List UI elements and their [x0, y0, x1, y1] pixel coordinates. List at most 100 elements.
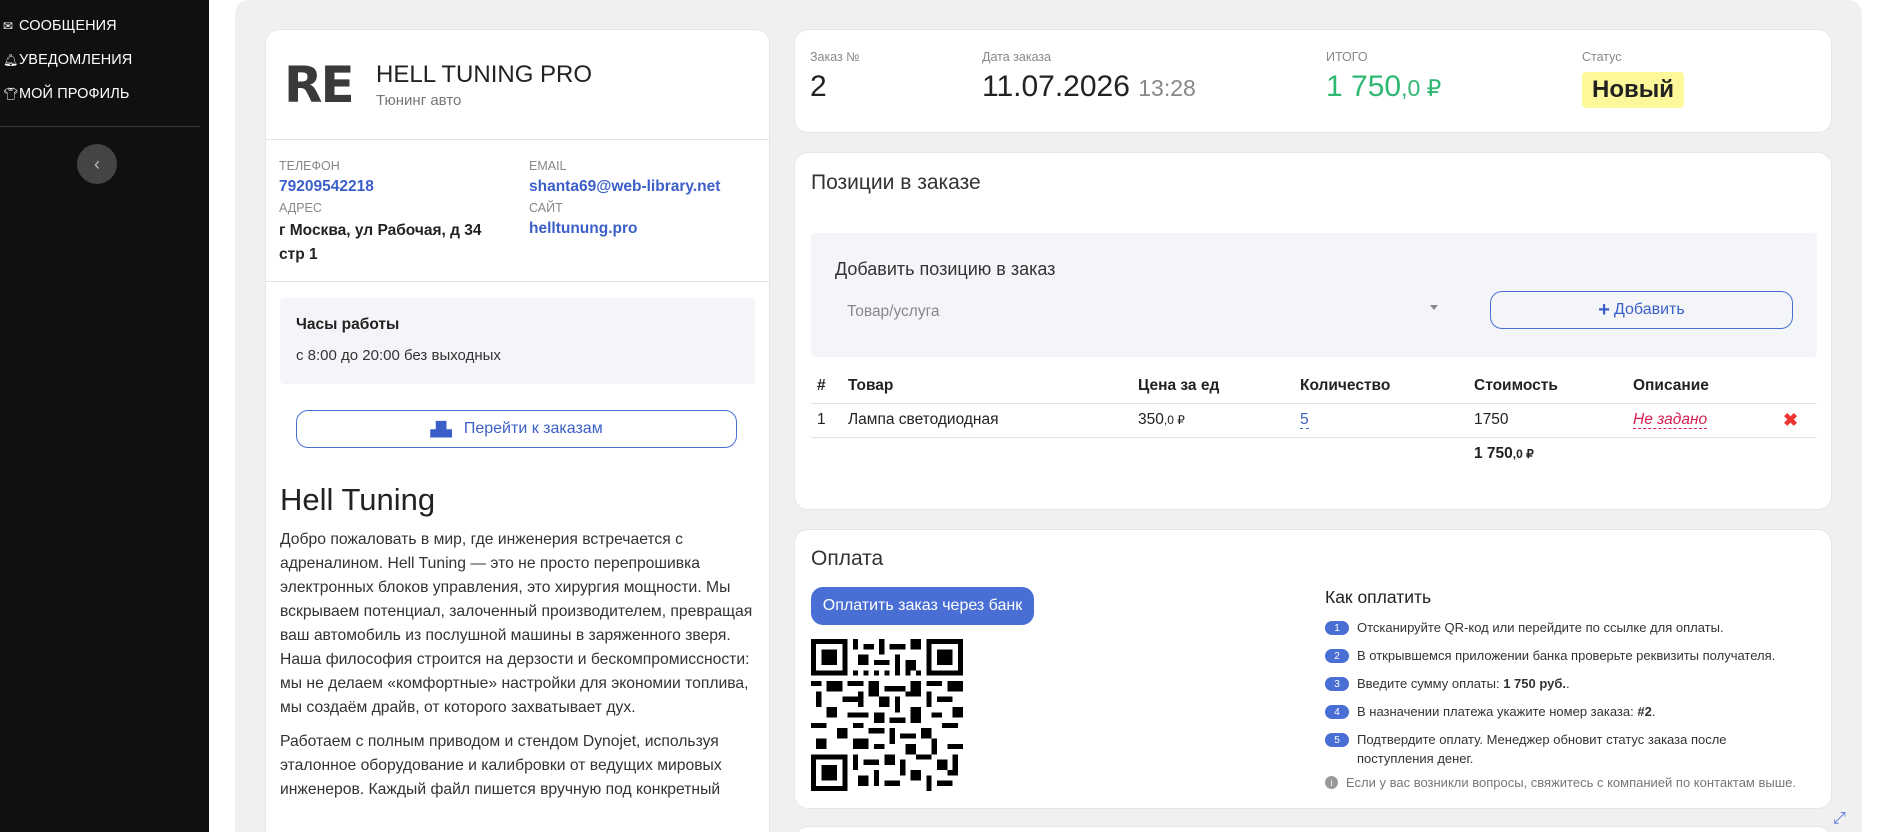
sidebar-item-label: МОЙ ПРОФИЛЬ: [19, 86, 130, 102]
step-number-badge: 5: [1325, 733, 1349, 747]
sidebar-item-messages[interactable]: ✉ СООБЩЕНИЯ: [0, 9, 209, 43]
step-text: Подтвердите оплату. Менеджер обновит ста…: [1357, 732, 1727, 766]
go-to-orders-label: Перейти к заказам: [463, 420, 603, 437]
delete-row-icon[interactable]: ✖: [1783, 410, 1798, 430]
row-cost: 1750: [1468, 403, 1627, 438]
working-hours: Часы работы с 8:00 до 20:00 без выходных: [280, 298, 755, 384]
order-date: 11.07.2026: [982, 70, 1130, 103]
step-text-end: .: [1565, 676, 1570, 691]
step-text: Отсканируйте QR-код или перейдите по ссы…: [1357, 620, 1724, 635]
order-number: 2: [810, 70, 827, 103]
order-items-title: Позиции в заказе: [811, 171, 981, 194]
site-label: САЙТ: [529, 201, 563, 215]
list-item: 5 Подтвердите оплату. Менеджер обновит с…: [1325, 730, 1805, 768]
row-product: Лампа светодиодная: [842, 403, 1132, 438]
step-order-number: #2: [1637, 704, 1652, 719]
expand-icon[interactable]: ⤢: [1833, 810, 1846, 828]
column-header: Количество: [1294, 369, 1468, 404]
sidebar-item-profile[interactable]: 👕︎ МОЙ ПРОФИЛЬ: [0, 77, 209, 111]
company-subtitle: Тюнинг авто: [376, 91, 462, 109]
column-header: #: [811, 369, 842, 404]
envelope-icon: ✉: [3, 19, 14, 33]
plus-icon: +: [1598, 298, 1610, 321]
sum-value: 1 750: [1474, 445, 1513, 463]
company-card: RE HELL TUNING PRO Тюнинг авто ТЕЛЕФОН 7…: [265, 29, 770, 832]
order-date-label: Дата заказа: [982, 50, 1052, 64]
sidebar-collapse-button[interactable]: ‹: [77, 144, 117, 184]
column-header: Цена за ед: [1132, 369, 1294, 404]
row-description-editable[interactable]: Не задано: [1633, 411, 1708, 429]
payment-note: i Если у вас возникли вопросы, свяжитесь…: [1325, 775, 1796, 790]
shirt-icon: 👕︎: [3, 87, 19, 101]
add-item-form: Добавить позицию в заказ Товар/услуга + …: [811, 233, 1817, 357]
address-value: г Москва, ул Рабочая, д 34 стр 1: [279, 222, 482, 263]
list-item: 3 Введите сумму оплаты: 1 750 руб..: [1325, 674, 1805, 693]
sidebar-item-notifications[interactable]: 🔔︎ УВЕДОМЛЕНИЯ: [0, 43, 209, 77]
column-header: Стоимость: [1468, 369, 1627, 404]
about-title: Hell Tuning: [280, 482, 436, 517]
list-item: 1 Отсканируйте QR-код или перейдите по с…: [1325, 618, 1805, 637]
order-total: 1 750: [1326, 70, 1402, 103]
order-items-card: Позиции в заказе Добавить позицию в зака…: [794, 152, 1832, 510]
step-text: В назначении платежа укажите номер заказ…: [1357, 704, 1638, 719]
order-status-label: Статус: [1582, 50, 1622, 64]
sum-fraction: ,0 ₽: [1512, 447, 1534, 462]
row-price: 350: [1138, 411, 1164, 428]
pay-via-bank-button[interactable]: Оплатить заказ через банк: [811, 587, 1034, 625]
product-select[interactable]: Товар/услуга: [835, 297, 1438, 327]
phone-link[interactable]: 79209542218: [279, 178, 374, 196]
sidebar: ✉ СООБЩЕНИЯ 🔔︎ УВЕДОМЛЕНИЯ 👕︎ МОЙ ПРОФИЛ…: [0, 0, 209, 832]
company-name: HELL TUNING PRO: [376, 60, 593, 88]
add-item-label: Добавить: [1613, 301, 1685, 318]
company-logo: RE: [284, 55, 355, 114]
about-paragraph: Работаем с полным приводом и стендом Dyn…: [280, 733, 722, 798]
address-label: АДРЕС: [279, 201, 322, 215]
chevron-left-icon: ‹: [94, 153, 100, 174]
hours-text: с 8:00 до 20:00 без выходных: [296, 347, 501, 364]
site-link[interactable]: helltunung.pro: [529, 220, 637, 238]
status-badge: Новый: [1582, 72, 1684, 108]
step-text-end: .: [1651, 704, 1656, 719]
product-select-placeholder: Товар/услуга: [847, 303, 940, 320]
add-item-title: Добавить позицию в заказ: [835, 259, 1056, 279]
payment-title: Оплата: [811, 547, 884, 570]
order-items-table: # Товар Цена за ед Количество Стоимость …: [811, 369, 1817, 471]
order-number-label: Заказ №: [810, 50, 860, 64]
table-row: 1 Лампа светодиодная 350,0 ₽ 5 1750 Не з…: [811, 403, 1817, 438]
email-link[interactable]: shanta69@web-library.net: [529, 178, 720, 196]
payment-note-text: Если у вас возникли вопросы, свяжитесь с…: [1346, 775, 1797, 790]
company-contacts: ТЕЛЕФОН 79209542218 АДРЕС г Москва, ул Р…: [266, 140, 769, 282]
boxes-icon: ▟▙: [430, 420, 452, 437]
phone-label: ТЕЛЕФОН: [279, 159, 340, 173]
hours-title: Часы работы: [296, 316, 400, 333]
step-text: Введите сумму оплаты:: [1357, 676, 1504, 691]
step-number-badge: 3: [1325, 677, 1349, 691]
payment-qr-code[interactable]: [811, 639, 963, 791]
column-header: Товар: [842, 369, 1132, 404]
next-card: [794, 826, 1832, 832]
go-to-orders-button[interactable]: ▟▙ Перейти к заказам: [296, 410, 737, 448]
payment-steps: 1 Отсканируйте QR-код или перейдите по с…: [1325, 618, 1805, 777]
add-item-button[interactable]: + Добавить: [1490, 291, 1793, 329]
about-paragraph: Добро пожаловать в мир, где инженерия вс…: [280, 531, 753, 716]
row-number: 1: [811, 403, 842, 438]
step-number-badge: 2: [1325, 649, 1349, 663]
table-sum-row: 1 750,0 ₽: [811, 437, 1817, 471]
row-quantity-editable[interactable]: 5: [1300, 411, 1309, 429]
sidebar-item-label: СООБЩЕНИЯ: [19, 18, 117, 34]
table-header-row: # Товар Цена за ед Количество Стоимость …: [811, 369, 1817, 404]
step-number-badge: 1: [1325, 621, 1349, 635]
company-header: RE HELL TUNING PRO Тюнинг авто: [266, 30, 769, 140]
order-time: 13:28: [1138, 75, 1196, 101]
step-text: В открывшемся приложении банка проверьте…: [1357, 648, 1776, 663]
order-total-label: ИТОГО: [1326, 50, 1368, 64]
order-summary-card: Заказ № 2 Дата заказа 11.07.2026 13:28 И…: [794, 29, 1832, 133]
column-header: Описание: [1627, 369, 1777, 404]
how-to-pay-title: Как оплатить: [1325, 587, 1432, 607]
bell-icon: 🔔︎: [3, 53, 19, 67]
step-amount: 1 750 руб.: [1503, 676, 1566, 691]
step-number-badge: 4: [1325, 705, 1349, 719]
row-price-fraction: ,0 ₽: [1163, 413, 1185, 427]
payment-card: Оплата Оплатить заказ через банк Как опл…: [794, 529, 1832, 809]
order-total-fraction: ,0 ₽: [1401, 75, 1442, 101]
